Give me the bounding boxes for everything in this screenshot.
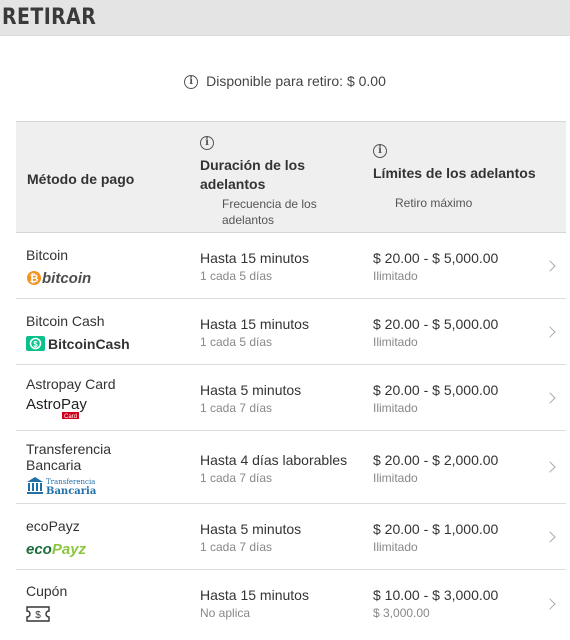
limits-cell: $ 20.00 - $ 5,000.00 Ilimitado: [373, 315, 498, 350]
limits-text: $ 20.00 - $ 5,000.00: [373, 382, 499, 398]
duration-cell: Hasta 15 minutos No aplica: [200, 586, 309, 621]
svg-text:$: $: [33, 340, 38, 349]
frequency-text: 1 cada 5 días: [200, 269, 273, 283]
chevron-right-icon[interactable]: [544, 260, 556, 272]
column-limits: i Límites de los adelantos Retiro máximo: [373, 142, 563, 211]
limits-text: $ 20.00 - $ 2,000.00: [373, 452, 499, 468]
chevron-right-icon[interactable]: [544, 461, 556, 473]
svg-text:Bancaria: Bancaria: [46, 486, 97, 496]
table-row-bank-transfer[interactable]: Transferencia Bancaria Transferencia Ban…: [16, 431, 566, 504]
svg-text:ecoPayz: ecoPayz: [26, 541, 87, 558]
column-method: Método de pago: [27, 171, 135, 187]
table-row-bitcoin-cash[interactable]: Bitcoin Cash $ BitcoinCash Hasta 15 minu…: [16, 299, 566, 365]
table-row-astropay[interactable]: Astropay Card AstroPay Card Hasta 5 minu…: [16, 365, 566, 431]
column-duration: i Duración de los adelantos Frecuencia d…: [200, 134, 350, 228]
limits-text: $ 20.00 - $ 1,000.00: [373, 521, 499, 537]
svg-text:Transferencia: Transferencia: [46, 478, 95, 486]
available-text: Disponible para retiro: $ 0.00: [206, 73, 386, 89]
duration-text: Hasta 5 minutos: [200, 382, 302, 398]
bank-transfer-logo: Transferencia Bancaria: [26, 476, 98, 501]
max-text: Ilimitado: [373, 471, 418, 485]
method-name: Cupón: [26, 583, 68, 599]
table-row-bitcoin[interactable]: Bitcoin ₿ bitcoin Hasta 15 minutos 1 cad…: [16, 233, 566, 299]
max-text: Ilimitado: [373, 540, 418, 554]
chevron-right-icon[interactable]: [544, 326, 556, 338]
duration-cell: Hasta 5 minutos 1 cada 7 días: [200, 381, 301, 416]
frequency-text: 1 cada 7 días: [200, 471, 273, 485]
page-header: RETIRAR: [0, 0, 570, 36]
available-balance: i Disponible para retiro: $ 0.00: [0, 73, 570, 90]
limits-cell: $ 20.00 - $ 5,000.00 Ilimitado: [373, 249, 498, 284]
duration-text: Hasta 5 minutos: [200, 521, 302, 537]
svg-text:bitcoin: bitcoin: [42, 270, 91, 287]
method-name: Bitcoin Cash: [26, 313, 105, 329]
info-icon[interactable]: i: [200, 135, 214, 150]
info-icon[interactable]: i: [373, 143, 387, 158]
ecopayz-logo: ecoPayz: [26, 539, 106, 564]
frequency-text: 1 cada 5 días: [200, 335, 273, 349]
svg-text:Card: Card: [64, 414, 77, 420]
coupon-icon: $: [26, 605, 50, 628]
svg-text:AstroPay: AstroPay: [26, 396, 87, 413]
duration-cell: Hasta 4 días laborables 1 cada 7 días: [200, 451, 347, 486]
limits-cell: $ 20.00 - $ 5,000.00 Ilimitado: [373, 381, 498, 416]
bitcoincash-logo: $ BitcoinCash: [26, 334, 136, 359]
method-name: ecoPayz: [26, 518, 80, 534]
column-duration-sub: Frecuencia de los adelantos: [222, 197, 317, 227]
svg-text:BitcoinCash: BitcoinCash: [48, 336, 130, 352]
chevron-right-icon[interactable]: [544, 392, 556, 404]
method-name: Transferencia Bancaria: [26, 441, 112, 473]
frequency-text: No aplica: [200, 606, 251, 620]
duration-text: Hasta 4 días laborables: [200, 452, 348, 468]
duration-text: Hasta 15 minutos: [200, 587, 309, 603]
chevron-right-icon[interactable]: [544, 531, 556, 543]
max-text: Ilimitado: [373, 269, 418, 283]
info-icon[interactable]: i: [184, 75, 199, 90]
frequency-text: 1 cada 7 días: [200, 540, 273, 554]
duration-cell: Hasta 5 minutos 1 cada 7 días: [200, 520, 301, 555]
method-name: Astropay Card: [26, 376, 116, 392]
table-row-coupon[interactable]: Cupón $ Hasta 15 minutos No aplica $ 10.…: [16, 570, 566, 640]
svg-text:₿: ₿: [30, 273, 39, 285]
column-duration-label: Duración de los adelantos: [200, 157, 306, 192]
duration-cell: Hasta 15 minutos 1 cada 5 días: [200, 249, 309, 284]
method-name: Bitcoin: [26, 247, 69, 263]
limits-text: $ 20.00 - $ 5,000.00: [373, 316, 499, 332]
max-text: Ilimitado: [373, 335, 418, 349]
svg-text:$: $: [35, 610, 41, 621]
limits-text: $ 10.00 - $ 3,000.00: [373, 587, 499, 603]
max-text: Ilimitado: [373, 401, 418, 415]
chevron-right-icon[interactable]: [544, 598, 556, 610]
column-limits-label: Límites de los adelantos: [373, 165, 536, 181]
limits-cell: $ 20.00 - $ 1,000.00 Ilimitado: [373, 520, 498, 555]
table-header: Método de pago i Duración de los adelant…: [16, 122, 566, 233]
limits-text: $ 20.00 - $ 5,000.00: [373, 250, 499, 266]
limits-cell: $ 10.00 - $ 3,000.00 $ 3,000.00: [373, 586, 498, 621]
bitcoin-logo: ₿ bitcoin: [26, 268, 106, 293]
astropay-logo: AstroPay Card: [26, 394, 96, 425]
max-text: $ 3,000.00: [373, 606, 430, 620]
column-limits-sub: Retiro máximo: [395, 196, 473, 210]
duration-cell: Hasta 15 minutos 1 cada 5 días: [200, 315, 309, 350]
page-title: RETIRAR: [2, 5, 97, 30]
withdraw-methods-table: Método de pago i Duración de los adelant…: [16, 121, 566, 640]
table-row-ecopayz[interactable]: ecoPayz ecoPayz Hasta 5 minutos 1 cada 7…: [16, 504, 566, 570]
duration-text: Hasta 15 minutos: [200, 250, 309, 266]
duration-text: Hasta 15 minutos: [200, 316, 309, 332]
frequency-text: 1 cada 7 días: [200, 401, 273, 415]
limits-cell: $ 20.00 - $ 2,000.00 Ilimitado: [373, 451, 498, 486]
